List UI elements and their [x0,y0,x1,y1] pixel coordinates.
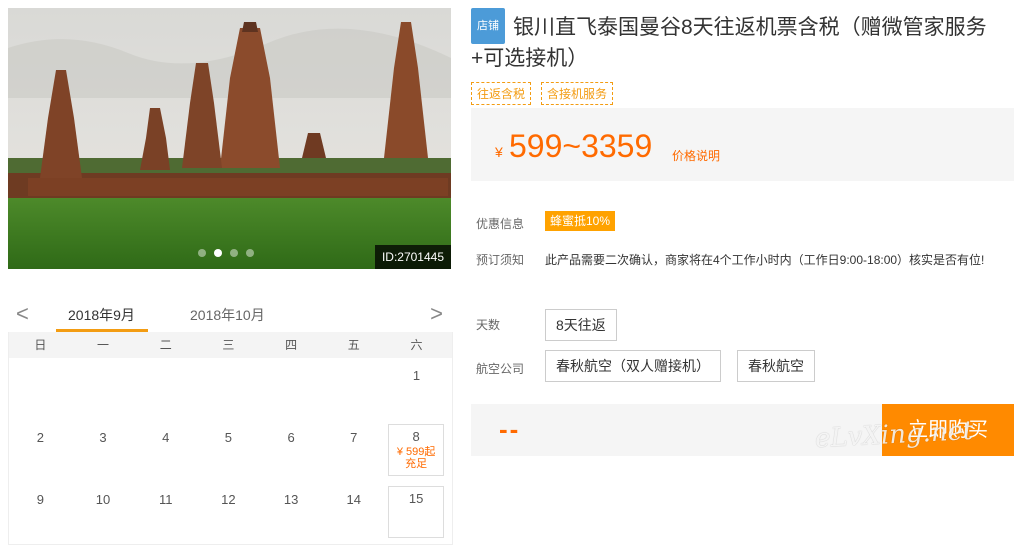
airline-option-button[interactable]: 春秋航空 [737,350,815,382]
day-number: 14 [346,492,362,507]
calendar-day-empty [9,358,72,420]
calendar-day: 3 [72,420,135,482]
airline-label: 航空公司 [476,362,525,376]
calendar-day: 13 [260,482,323,544]
calendar-week-row: 1 [9,358,452,420]
product-title-text: 银川直飞泰国曼谷8天往返机票含税（赠微管家服务+可选接机） [471,16,987,70]
weekday-label: 一 [97,338,110,352]
calendar-day: 2 [9,420,72,482]
prev-month-icon[interactable]: < [16,301,29,327]
calendar-day: 14 [322,482,385,544]
promo-label: 优惠信息 [476,217,525,231]
day-number: 9 [36,492,44,507]
next-month-icon[interactable]: > [430,301,443,327]
product-tags: 往返含税 含接机服务 [471,82,1016,105]
product-title: 店铺 银川直飞泰国曼谷8天往返机票含税（赠微管家服务+可选接机） [471,8,1016,74]
day-number: 12 [221,492,236,507]
carousel-dot[interactable] [230,249,238,257]
calendar-day-empty [322,358,385,420]
calendar-week-row: 2 3 4 5 6 7 8 ¥ 599起 充足 [9,420,452,482]
carousel-dot[interactable] [198,249,206,257]
tab-month-sep[interactable]: 2018年9月 [68,305,135,325]
booking-text: 此产品需要二次确认，商家将在4个工作小时内（工作日9:00-18:00）核实是否… [545,253,985,267]
calendar-day-available[interactable]: 15 [388,486,445,538]
calendar-day: 4 [134,420,197,482]
weekday-label: 四 [285,338,298,352]
calendar-day: 5 [197,420,260,482]
product-tag: 含接机服务 [541,82,614,105]
booking-label: 预订须知 [476,253,525,267]
promo-badge: 蜂蜜抵10% [545,211,616,231]
day-number: 11 [158,492,173,507]
image-id-label: ID:2701445 [374,245,451,269]
tab-month-oct[interactable]: 2018年10月 [190,305,265,325]
temple-image [8,8,451,269]
calendar-header: < 2018年9月 2018年10月 > [8,295,451,331]
calendar-grid: 日 一 二 三 四 五 六 1 2 3 4 5 6 7 8 ¥ 599起 充足 … [8,332,453,545]
day-number: 10 [95,492,111,507]
departure-calendar: < 2018年9月 2018年10月 > 日 一 二 三 四 五 六 1 2 3… [8,295,453,545]
product-photo[interactable]: ID:2701445 [8,8,451,269]
day-number: 8 [412,429,420,444]
price-note-link[interactable]: 价格说明 [672,147,720,164]
calendar-day: 12 [197,482,260,544]
weekday-label: 五 [347,338,360,352]
weekday-label: 三 [222,338,235,352]
carousel-dot-active[interactable] [214,249,222,257]
day-status: 充足 [405,458,428,470]
calendar-day: 9 [9,482,72,544]
calendar-day: 1 [385,358,448,420]
calendar-day-available[interactable]: 8 ¥ 599起 充足 [388,424,445,476]
day-number: 3 [99,430,107,445]
currency-symbol: ¥ [495,144,503,160]
day-number: 13 [283,492,299,507]
calendar-day-empty [260,358,323,420]
days-label: 天数 [476,318,501,332]
weekday-label: 六 [410,338,423,352]
day-number: 7 [350,430,358,445]
product-tag: 往返含税 [471,82,532,105]
day-number: 6 [287,430,295,445]
promo-value: 蜂蜜抵10% [545,211,616,231]
price-range: 599~3359 [509,128,653,164]
calendar-day: 10 [72,482,135,544]
calendar-day: 11 [134,482,197,544]
day-number: 4 [162,430,170,445]
carousel-dots[interactable] [198,249,254,257]
calendar-week-row: 9 10 11 12 13 14 15 [9,482,452,544]
day-number: 2 [36,430,44,445]
weekday-label: 二 [159,338,172,352]
calendar-day: 6 [260,420,323,482]
airline-option-button[interactable]: 春秋航空（双人赠接机） [545,350,721,382]
day-number: 1 [412,368,421,383]
calendar-day-empty [134,358,197,420]
shop-badge: 店铺 [471,8,505,44]
weekday-header: 日 一 二 三 四 五 六 [9,332,452,358]
price-panel: ¥ 599~3359 价格说明 [471,108,1014,181]
total-price: -- [499,414,521,444]
day-price: ¥ 599起 [396,446,436,458]
day-number: 15 [408,491,424,506]
calendar-day: 7 [322,420,385,482]
carousel-dot[interactable] [246,249,254,257]
calendar-day-empty [72,358,135,420]
day-number: 5 [224,430,233,445]
product-header: 店铺 银川直飞泰国曼谷8天往返机票含税（赠微管家服务+可选接机） 往返含税 含接机… [471,8,1016,105]
weekday-label: 日 [34,338,47,352]
calendar-day-empty [197,358,260,420]
days-option-button[interactable]: 8天往返 [545,309,617,341]
